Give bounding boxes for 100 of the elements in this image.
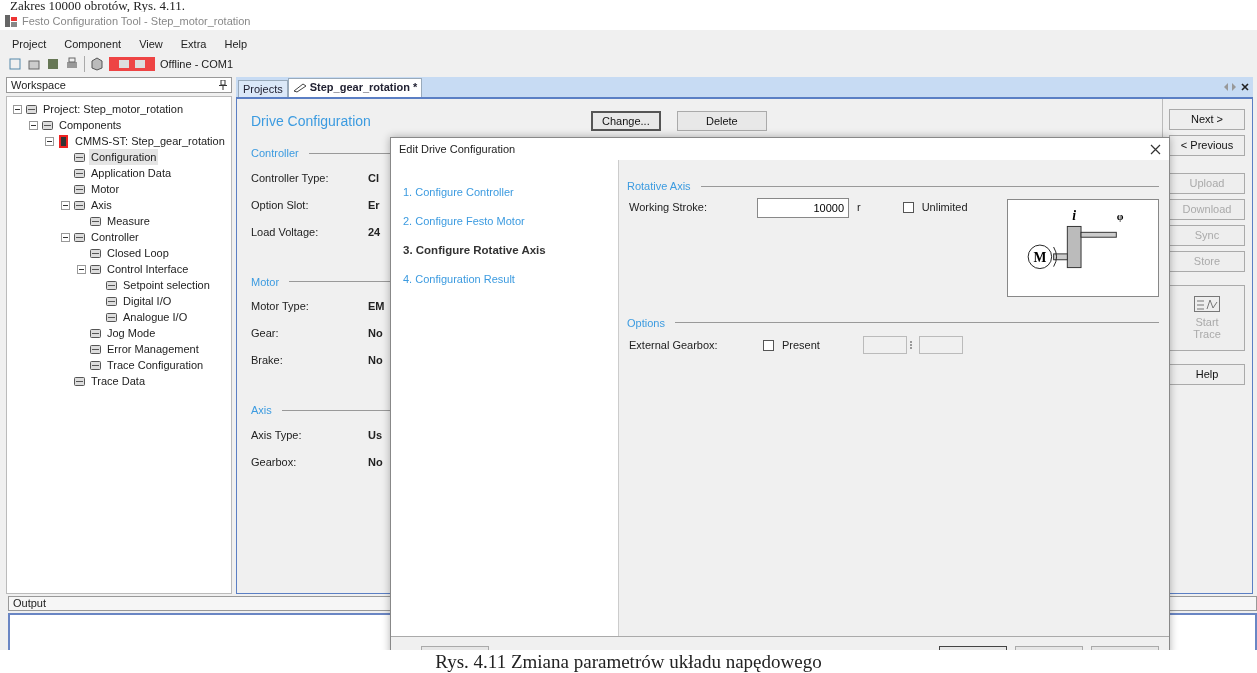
field-label: Controller Type:	[251, 170, 330, 186]
tree-item[interactable]: Error Management	[105, 340, 201, 358]
field-value: Cl	[368, 170, 379, 186]
section-heading: Axis	[251, 403, 272, 418]
section-heading: Options	[627, 315, 665, 331]
checkbox-label: Present	[782, 337, 820, 353]
tree-node-icon	[89, 214, 102, 228]
pencil-icon	[292, 83, 307, 94]
section-heading: Controller	[251, 146, 299, 161]
tree-node-icon	[73, 166, 86, 180]
tree-node-icon	[73, 374, 86, 388]
field-value: EM	[368, 299, 385, 315]
close-icon[interactable]	[1241, 83, 1249, 91]
menu-item[interactable]: Project	[12, 35, 47, 53]
side-button[interactable]: Help	[1169, 364, 1245, 385]
toolbar-icon[interactable]	[65, 57, 79, 71]
side-button: Sync	[1169, 225, 1245, 246]
dialog-title: Edit Drive Configuration	[399, 141, 516, 157]
expander-icon[interactable]	[45, 136, 54, 146]
field-value: No	[368, 353, 383, 369]
side-button: Download	[1169, 199, 1245, 220]
tree-item[interactable]: Analogue I/O	[121, 308, 190, 326]
window-title: Festo Configuration Tool - Step_motor_rotation	[22, 13, 251, 29]
tree-node-icon	[89, 358, 102, 372]
field-label: Axis Type:	[251, 427, 303, 443]
field-label: Brake:	[251, 353, 284, 369]
field-label: Option Slot:	[251, 197, 310, 213]
tree-item[interactable]: CMMS-ST: Step_gear_rotation	[73, 132, 227, 150]
tree-item[interactable]: Components	[57, 116, 124, 134]
field-label: Load Voltage:	[251, 224, 320, 240]
tree-node-icon	[57, 134, 70, 148]
tree-node-icon	[105, 294, 118, 308]
panel-title: Drive Configuration	[251, 111, 371, 131]
menu-item[interactable]: Help	[224, 35, 248, 53]
expander-icon[interactable]	[61, 200, 70, 210]
tree-item[interactable]: Controller	[89, 228, 141, 246]
motor-gearbox-drawing: M i φ	[1007, 198, 1159, 297]
tree-item[interactable]: Setpoint selection	[121, 276, 212, 294]
checkbox-label: Unlimited	[921, 200, 968, 216]
expander-icon[interactable]	[61, 232, 70, 242]
tree-item[interactable]: Trace Configuration	[105, 356, 206, 374]
wizard-step[interactable]: 3. Configure Rotative Axis	[403, 242, 618, 271]
tree-node-icon	[89, 262, 102, 276]
side-button: Start Trace	[1169, 285, 1245, 351]
toolbar-icon[interactable]	[27, 57, 41, 71]
field-label: External Gearbox:	[629, 337, 719, 353]
tree-node-icon	[89, 326, 102, 340]
tree-item[interactable]: Jog Mode	[105, 324, 158, 342]
menu-item[interactable]: Extra	[180, 35, 207, 53]
side-button[interactable]: < Previous	[1169, 135, 1245, 156]
ratio-input[interactable]	[919, 336, 963, 354]
tree-node-icon	[105, 278, 118, 292]
tree-node-icon	[73, 182, 86, 196]
tree-item[interactable]: Measure	[105, 212, 152, 230]
side-button[interactable]: Next >	[1169, 109, 1245, 130]
app-icon	[4, 14, 18, 28]
tree-item[interactable]: Configuration	[89, 148, 159, 166]
panel-button[interactable]: Change...	[590, 111, 661, 131]
tree-item[interactable]: Control Interface	[105, 260, 191, 278]
checkbox[interactable]	[902, 202, 914, 213]
field-label: Working Stroke:	[629, 200, 709, 216]
tree-item[interactable]: Project: Step_motor_rotation	[41, 100, 186, 118]
field-value: Er	[368, 197, 380, 213]
field-value: No	[368, 326, 383, 342]
expander-icon[interactable]	[77, 264, 86, 274]
tree-node-icon	[73, 230, 86, 244]
field-label: Motor Type:	[251, 299, 310, 315]
tree-node-icon	[73, 198, 86, 212]
tree-node-icon	[89, 342, 102, 356]
connection-icon[interactable]	[109, 57, 155, 71]
tree-item[interactable]: Digital I/O	[121, 292, 174, 310]
cube-icon[interactable]	[90, 57, 104, 71]
document-text: Zakres 10000 obrotów, Rys. 4.11.	[9, 0, 187, 12]
close-icon[interactable]	[1150, 143, 1161, 155]
trace-icon	[1194, 296, 1220, 312]
document-tab[interactable]: Projects	[238, 80, 288, 97]
toolbar-icon[interactable]	[46, 57, 60, 71]
unit-label: r	[857, 200, 861, 216]
figure-caption: Rys. 4.11 Zmiana parametrów układu napędowego	[434, 650, 823, 673]
menu-item[interactable]: Component	[64, 35, 122, 53]
expander-icon[interactable]	[13, 104, 22, 114]
field-label: Gear:	[251, 326, 280, 342]
tree-item[interactable]: Trace Data	[89, 372, 147, 390]
panel-title: Workspace	[11, 77, 66, 93]
pin-icon[interactable]	[219, 80, 227, 90]
document-tab[interactable]: Step_gear_rotation *	[287, 78, 423, 97]
field-label: Gearbox:	[251, 454, 298, 470]
ratio-input[interactable]	[863, 336, 907, 354]
field-value: 24	[368, 224, 381, 240]
tree-item[interactable]: Axis	[89, 196, 114, 214]
menu-item[interactable]: View	[139, 35, 163, 53]
tree-item[interactable]: Application Data	[89, 164, 174, 182]
field-value: No	[368, 454, 383, 470]
expander-icon[interactable]	[29, 120, 38, 130]
tree-item[interactable]: Motor	[89, 180, 122, 198]
checkbox[interactable]	[763, 339, 774, 351]
panel-button[interactable]: Delete	[676, 111, 767, 131]
tree-node-icon	[41, 118, 54, 132]
tree-item[interactable]: Closed Loop	[105, 244, 171, 262]
working-stroke-input[interactable]: 10000	[757, 197, 849, 218]
